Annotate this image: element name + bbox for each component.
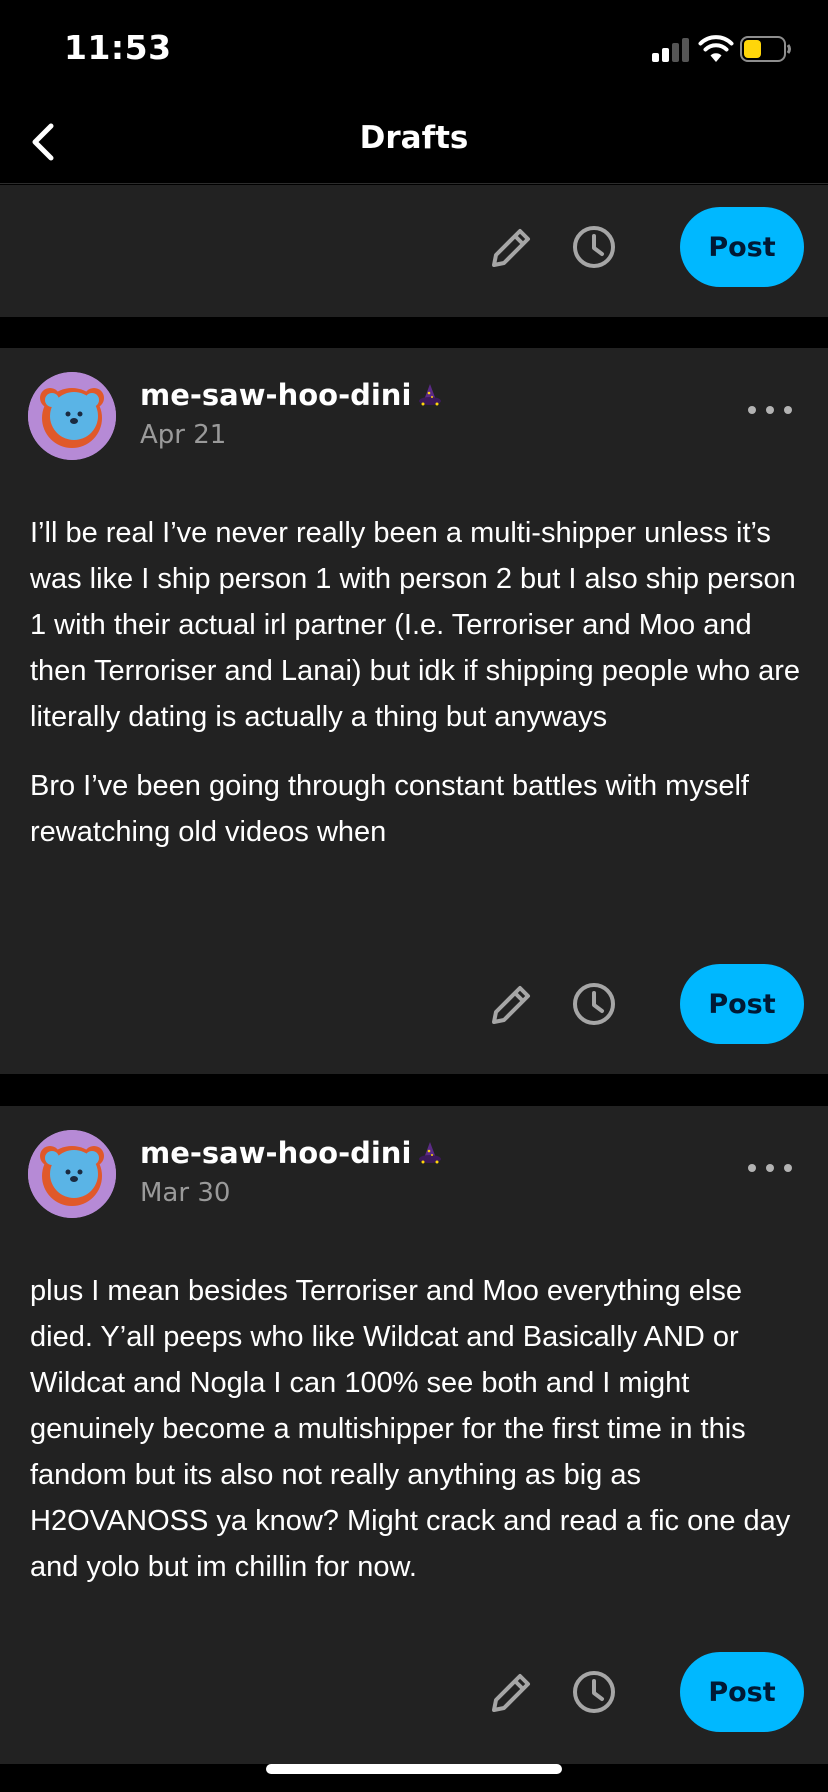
dot [784,1164,792,1172]
draft-actions: Post [484,964,804,1044]
draft-header: me-saw-hoo-dini Apr 21 [28,372,800,462]
draft-header: me-saw-hoo-dini Mar 30 [28,1130,800,1220]
blog-name[interactable]: me-saw-hoo-dini [140,1136,443,1170]
schedule-button[interactable] [566,1664,622,1720]
draft-card: me-saw-hoo-dini Mar 30 plus I mean besid… [0,1106,828,1764]
status-time: 11:53 [64,28,172,67]
post-button[interactable]: Post [680,207,804,287]
draft-card: Post [0,185,828,317]
post-paragraph: Bro I’ve been going through constant bat… [30,770,749,848]
wizard-hat-icon [417,1139,443,1165]
dot [784,406,792,414]
pencil-icon [492,1674,530,1712]
post-body: I’ll be real I’ve never really been a mu… [30,510,802,855]
bear-avatar-icon [28,372,116,460]
pencil-icon [492,986,530,1024]
home-indicator[interactable] [266,1764,562,1774]
post-button[interactable]: Post [680,1652,804,1732]
clock-icon [573,226,615,268]
blog-name-text: me-saw-hoo-dini [140,378,412,412]
post-paragraph: plus I mean besides Terroriser and Moo e… [30,1275,791,1583]
blog-name[interactable]: me-saw-hoo-dini [140,378,443,412]
bear-avatar-icon [28,1130,116,1218]
more-options-button[interactable] [748,1156,792,1180]
avatar[interactable] [28,1130,116,1218]
post-paragraph: I’ll be real I’ve never really been a mu… [30,517,801,733]
dot [748,406,756,414]
wizard-hat-icon [417,381,443,407]
post-button[interactable]: Post [680,964,804,1044]
draft-actions: Post [484,207,804,287]
page-title: Drafts [359,120,469,156]
dot [748,1164,756,1172]
edit-button[interactable] [484,1664,540,1720]
status-bar: 11:53 [0,0,828,100]
avatar[interactable] [28,372,116,460]
schedule-button[interactable] [566,976,622,1032]
clock-icon [573,983,615,1025]
blog-name-text: me-saw-hoo-dini [140,1136,412,1170]
drafts-screen: 11:53 Drafts Post me-saw-hoo-dini Apr 21… [0,0,828,1792]
post-date: Mar 30 [140,1178,231,1208]
draft-card: me-saw-hoo-dini Apr 21 I’ll be real I’ve… [0,348,828,1074]
navigation-bar: Drafts [0,100,828,184]
more-options-button[interactable] [748,398,792,422]
dot [766,406,774,414]
battery-icon [740,36,792,62]
dot [766,1164,774,1172]
pencil-icon [492,229,530,267]
post-date: Apr 21 [140,420,227,450]
wifi-icon [698,34,734,64]
post-body: plus I mean besides Terroriser and Moo e… [30,1268,802,1590]
cellular-signal-icon [652,38,690,62]
draft-actions: Post [484,1652,804,1732]
edit-button[interactable] [484,976,540,1032]
schedule-button[interactable] [566,219,622,275]
clock-icon [573,1671,615,1713]
edit-button[interactable] [484,219,540,275]
